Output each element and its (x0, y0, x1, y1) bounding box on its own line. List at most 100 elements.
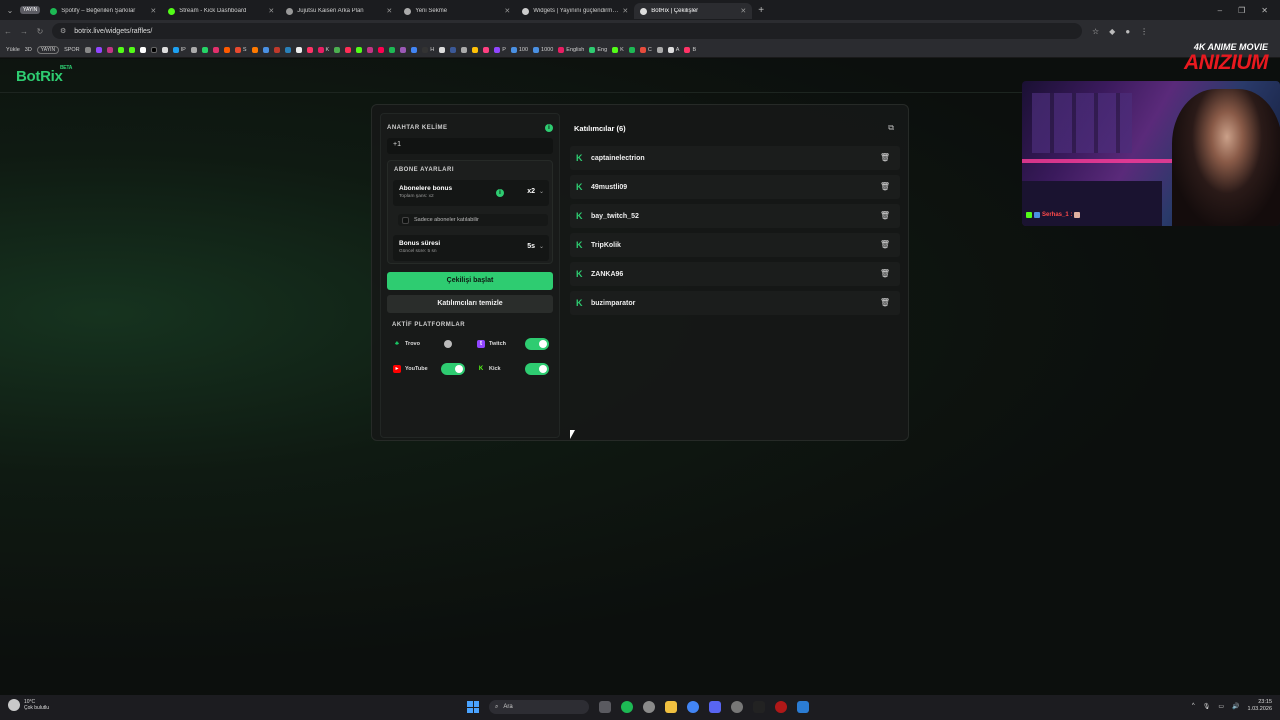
bookmark-item[interactable]: B (684, 46, 696, 53)
bookmark-item[interactable] (106, 46, 113, 53)
bookmark-item[interactable]: C (639, 46, 652, 53)
bookmark-item[interactable]: A (667, 46, 679, 53)
start-raffle-button[interactable]: Çekilişi başlat (387, 272, 553, 290)
obs-icon[interactable] (775, 701, 787, 713)
info-icon[interactable]: i (496, 189, 504, 197)
maximize-icon[interactable]: ❐ (1238, 6, 1245, 15)
keyword-input[interactable]: +1 (387, 138, 553, 154)
bookmark-item[interactable] (400, 46, 407, 53)
trash-icon[interactable]: 🗑 (880, 269, 890, 278)
chevron-down-icon[interactable]: ⌄ (539, 188, 544, 195)
microphone-icon[interactable]: 🎙 (1203, 703, 1211, 710)
trash-icon[interactable]: 🗑 (880, 298, 890, 307)
tab-kick-dashboard[interactable]: Stream - Kick Dashboard ✕ (162, 3, 280, 19)
bookmark-item[interactable] (150, 46, 157, 53)
trash-icon[interactable]: 🗑 (880, 153, 890, 162)
bookmark-item[interactable] (439, 46, 446, 53)
chevron-down-icon[interactable]: ⌄ (539, 243, 544, 250)
tab-new-tab[interactable]: Yeni Sekme ✕ (398, 3, 516, 19)
bookmark-item[interactable]: P (494, 46, 506, 53)
bookmark-item[interactable]: K (612, 46, 624, 53)
forward-icon[interactable]: → (16, 27, 32, 36)
bookmark-item[interactable] (472, 46, 479, 53)
bookmark-item[interactable] (201, 46, 208, 53)
bonus-time-select[interactable]: 5s (527, 243, 535, 250)
bookmark-item[interactable] (628, 46, 635, 53)
bookmark-item[interactable] (356, 46, 363, 53)
star-icon[interactable]: ☆ (1092, 27, 1099, 36)
chrome-icon[interactable] (687, 701, 699, 713)
bookmark-item[interactable]: English (558, 46, 584, 53)
tab-widgets[interactable]: Widgets | Yayınını güçlendirmek ✕ (516, 3, 634, 19)
url-input[interactable]: ⚙ botrix.live/widgets/raffles/ (52, 23, 1082, 39)
bookmark-item[interactable] (461, 46, 468, 53)
bookmark-item[interactable]: SPOR (64, 47, 80, 53)
bookmark-item[interactable] (411, 46, 418, 53)
trash-icon[interactable]: 🗑 (880, 211, 890, 220)
bookmark-item[interactable]: S (234, 46, 247, 53)
weather-widget[interactable]: 10°C Çok bulutlu (8, 699, 49, 711)
bookmark-item[interactable] (306, 46, 313, 53)
bookmark-item[interactable]: K (317, 46, 329, 53)
twitch-toggle[interactable] (525, 338, 549, 350)
minimize-icon[interactable]: – (1218, 6, 1222, 15)
trovo-toggle[interactable] (441, 338, 465, 350)
volume-icon[interactable]: 🔊 (1232, 703, 1239, 710)
close-icon[interactable]: ✕ (386, 7, 392, 15)
bookmark-item[interactable] (262, 46, 269, 53)
bookmark-item[interactable] (128, 46, 135, 53)
tab-spotify[interactable]: Spotify – Beğenilen Şarkılar ✕ (44, 3, 162, 19)
menu-icon[interactable]: ⋮ (1140, 27, 1148, 36)
bookmark-item[interactable] (284, 46, 291, 53)
bookmark-item[interactable]: 1000 (533, 46, 553, 53)
profile-icon[interactable]: ● (1125, 27, 1130, 36)
settings-icon[interactable] (643, 701, 655, 713)
bookmark-item[interactable]: IP (172, 46, 186, 53)
checkbox-box[interactable] (402, 216, 409, 224)
steam-icon[interactable] (731, 701, 743, 713)
bookmark-item[interactable] (656, 46, 663, 53)
bookmark-item[interactable] (84, 46, 91, 53)
windows-start-icon[interactable] (467, 701, 479, 713)
network-icon[interactable]: ▭ (1218, 703, 1224, 710)
bookmark-item[interactable] (139, 46, 146, 53)
clear-participants-button[interactable]: Katılımcıları temizle (387, 295, 553, 313)
bookmark-item[interactable] (273, 46, 280, 53)
copy-icon[interactable]: ⧉ (888, 123, 894, 133)
close-icon[interactable]: ✕ (504, 7, 510, 15)
bookmark-item[interactable]: Eng (589, 46, 607, 53)
bookmark-item[interactable]: Yükle (6, 47, 20, 53)
site-info-icon[interactable]: ⚙ (60, 27, 66, 35)
bookmark-item[interactable]: 3D (25, 47, 32, 53)
bookmark-item[interactable] (161, 46, 168, 53)
bookmark-item[interactable]: 100 (510, 46, 528, 53)
bookmark-item[interactable] (367, 46, 374, 53)
discord-icon[interactable] (709, 701, 721, 713)
bookmark-item[interactable] (190, 46, 197, 53)
app-icon[interactable] (753, 701, 765, 713)
bookmark-item[interactable] (212, 46, 219, 53)
tab-jujutsu[interactable]: Jujutsu Kaisen Arka Plan ✕ (280, 3, 398, 19)
youtube-toggle[interactable] (441, 363, 465, 375)
taskbar-search[interactable]: ⌕ Ara (489, 700, 589, 714)
bookmark-item[interactable] (450, 46, 457, 53)
subscriber-only-checkbox[interactable]: Sadece aboneler katılabilir (398, 214, 548, 226)
tab-search-chevron-icon[interactable]: ⌄ (0, 6, 20, 15)
bookmark-item[interactable] (389, 46, 396, 53)
reload-icon[interactable]: ↻ (32, 27, 48, 36)
bookmark-item[interactable] (95, 46, 102, 53)
bookmark-item[interactable] (483, 46, 490, 53)
word-icon[interactable] (797, 701, 809, 713)
bookmark-item[interactable] (334, 46, 341, 53)
bookmark-item[interactable] (117, 46, 124, 53)
subscriber-bonus-select[interactable]: x2 (527, 188, 535, 195)
tab-group-badge[interactable]: YAYIN (20, 6, 41, 14)
close-icon[interactable]: ✕ (150, 7, 156, 15)
close-icon[interactable]: ✕ (740, 7, 746, 15)
chevron-up-icon[interactable]: ^ (1192, 703, 1195, 709)
bookmark-item[interactable] (251, 46, 258, 53)
close-icon[interactable]: ✕ (622, 7, 628, 15)
bookmark-folder-yayin[interactable]: YAYIN (36, 45, 60, 54)
clock[interactable]: 23:15 1.03.2026 (1248, 699, 1272, 713)
bookmark-item[interactable] (378, 46, 385, 53)
